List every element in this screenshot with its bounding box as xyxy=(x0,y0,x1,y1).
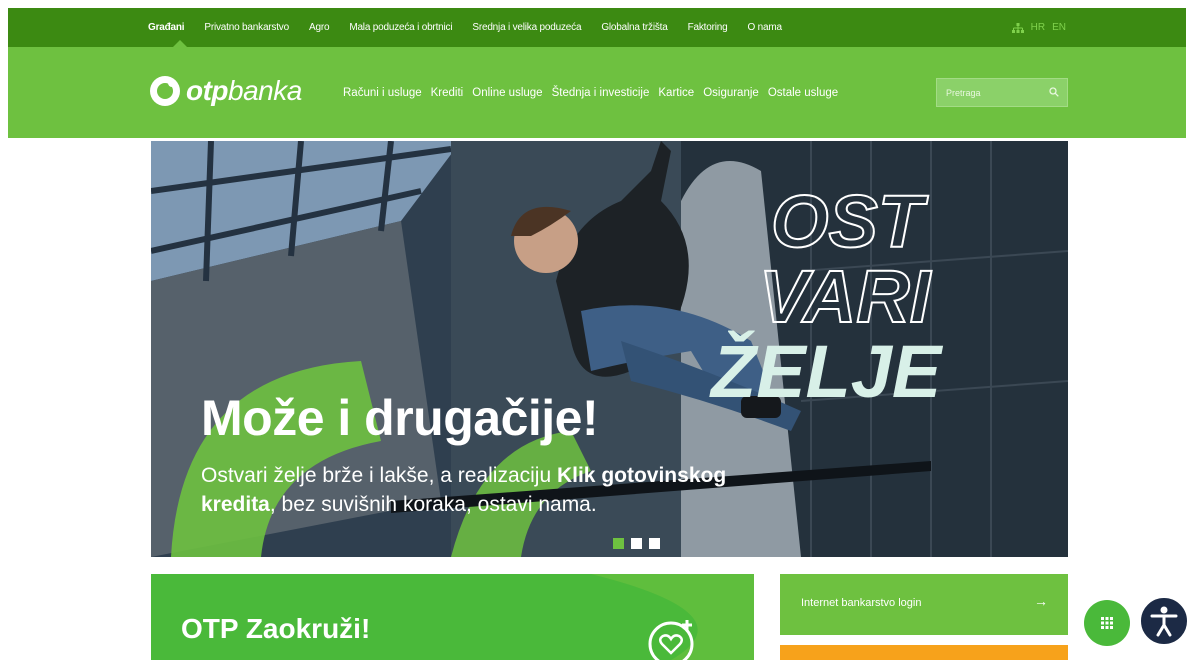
main-nav: Računi i usluge Krediti Online usluge Št… xyxy=(343,47,847,138)
segment-nav-item-faktoring[interactable]: Faktoring xyxy=(688,22,728,33)
hero-subtitle-pre: Ostvari želje brže i lakše, a realizacij… xyxy=(201,464,557,487)
ostvari-zelje-slogan: OST VARI ŽELJE xyxy=(709,179,944,407)
main-nav-item-krediti[interactable]: Krediti xyxy=(431,87,464,99)
segment-nav-item-globalna-trzista[interactable]: Globalna tržišta xyxy=(601,22,667,33)
top-navigation-bar: Građani Privatno bankarstvo Agro Mala po… xyxy=(8,8,1186,47)
language-switcher: HR EN xyxy=(1011,8,1066,47)
segment-nav-item-o-nama[interactable]: O nama xyxy=(748,22,783,33)
heart-plus-icon xyxy=(648,620,694,660)
segment-nav-item-privatno-bankarstvo[interactable]: Privatno bankarstvo xyxy=(204,22,289,33)
slogan-line-3: ŽELJE xyxy=(709,330,944,407)
otp-logo-icon xyxy=(150,76,180,106)
main-nav-item-osiguranje[interactable]: Osiguranje xyxy=(703,87,759,99)
main-nav-item-racuni[interactable]: Računi i usluge xyxy=(343,87,422,99)
hero-banner[interactable]: OST VARI ŽELJE Može i drugačije! Ostvari… xyxy=(151,141,1068,557)
main-nav-item-kartice[interactable]: Kartice xyxy=(658,87,694,99)
carousel-dot-2[interactable] xyxy=(631,538,642,549)
segment-nav-item-mala-poduzeca[interactable]: Mala poduzeća i obrtnici xyxy=(349,22,452,33)
main-nav-item-ostale-usluge[interactable]: Ostale usluge xyxy=(768,87,838,99)
search-input[interactable] xyxy=(937,79,1047,106)
language-en-link[interactable]: EN xyxy=(1052,22,1066,33)
arrow-right-icon: → xyxy=(1034,593,1048,609)
otp-zaokruzi-card[interactable]: OTP Zaokruži! xyxy=(151,574,754,660)
language-hr-link[interactable]: HR xyxy=(1031,22,1045,33)
logo-wordmark: otpbanka xyxy=(186,75,302,107)
hero-subtitle: Ostvari želje brže i lakše, a realizacij… xyxy=(201,461,801,519)
accessibility-button[interactable] xyxy=(1139,596,1189,646)
grid-icon xyxy=(1101,617,1113,629)
segment-nav: Građani Privatno bankarstvo Agro Mala po… xyxy=(148,8,802,47)
otp-banka-logo[interactable]: otpbanka xyxy=(150,75,302,107)
hero-title: Može i drugačije! xyxy=(201,390,599,446)
main-nav-item-online-usluge[interactable]: Online usluge xyxy=(472,87,542,99)
carousel-dot-1[interactable] xyxy=(613,538,624,549)
slogan-line-2: VARI xyxy=(759,255,932,338)
segment-nav-item-srednja-velika-poduzeca[interactable]: Srednja i velika poduzeća xyxy=(472,22,581,33)
orange-card[interactable] xyxy=(780,645,1068,660)
carousel-dot-3[interactable] xyxy=(649,538,660,549)
promo-title: OTP Zaokruži! xyxy=(181,613,371,644)
accessibility-icon xyxy=(1150,606,1178,637)
search-box xyxy=(936,78,1068,107)
carousel-indicators xyxy=(613,538,660,549)
internet-banking-login-button[interactable]: Internet bankarstvo login → xyxy=(780,574,1068,635)
active-segment-caret xyxy=(173,40,187,47)
segment-nav-item-agro[interactable]: Agro xyxy=(309,22,330,33)
main-nav-item-stednja[interactable]: Štednja i investicije xyxy=(552,87,650,99)
main-header: otpbanka Računi i usluge Krediti Online … xyxy=(8,47,1186,138)
logo-text-rest: banka xyxy=(228,75,302,106)
apps-grid-button[interactable] xyxy=(1084,600,1130,646)
search-icon[interactable] xyxy=(1049,87,1059,97)
sitemap-icon[interactable] xyxy=(1011,22,1024,33)
slogan-line-1: OST xyxy=(771,180,929,263)
login-label: Internet bankarstvo login xyxy=(801,597,922,609)
segment-nav-item-gradani[interactable]: Građani xyxy=(148,22,185,33)
hero-subtitle-post: , bez suvišnih koraka, ostavi nama. xyxy=(269,493,597,516)
logo-text-bold: otp xyxy=(186,75,229,106)
